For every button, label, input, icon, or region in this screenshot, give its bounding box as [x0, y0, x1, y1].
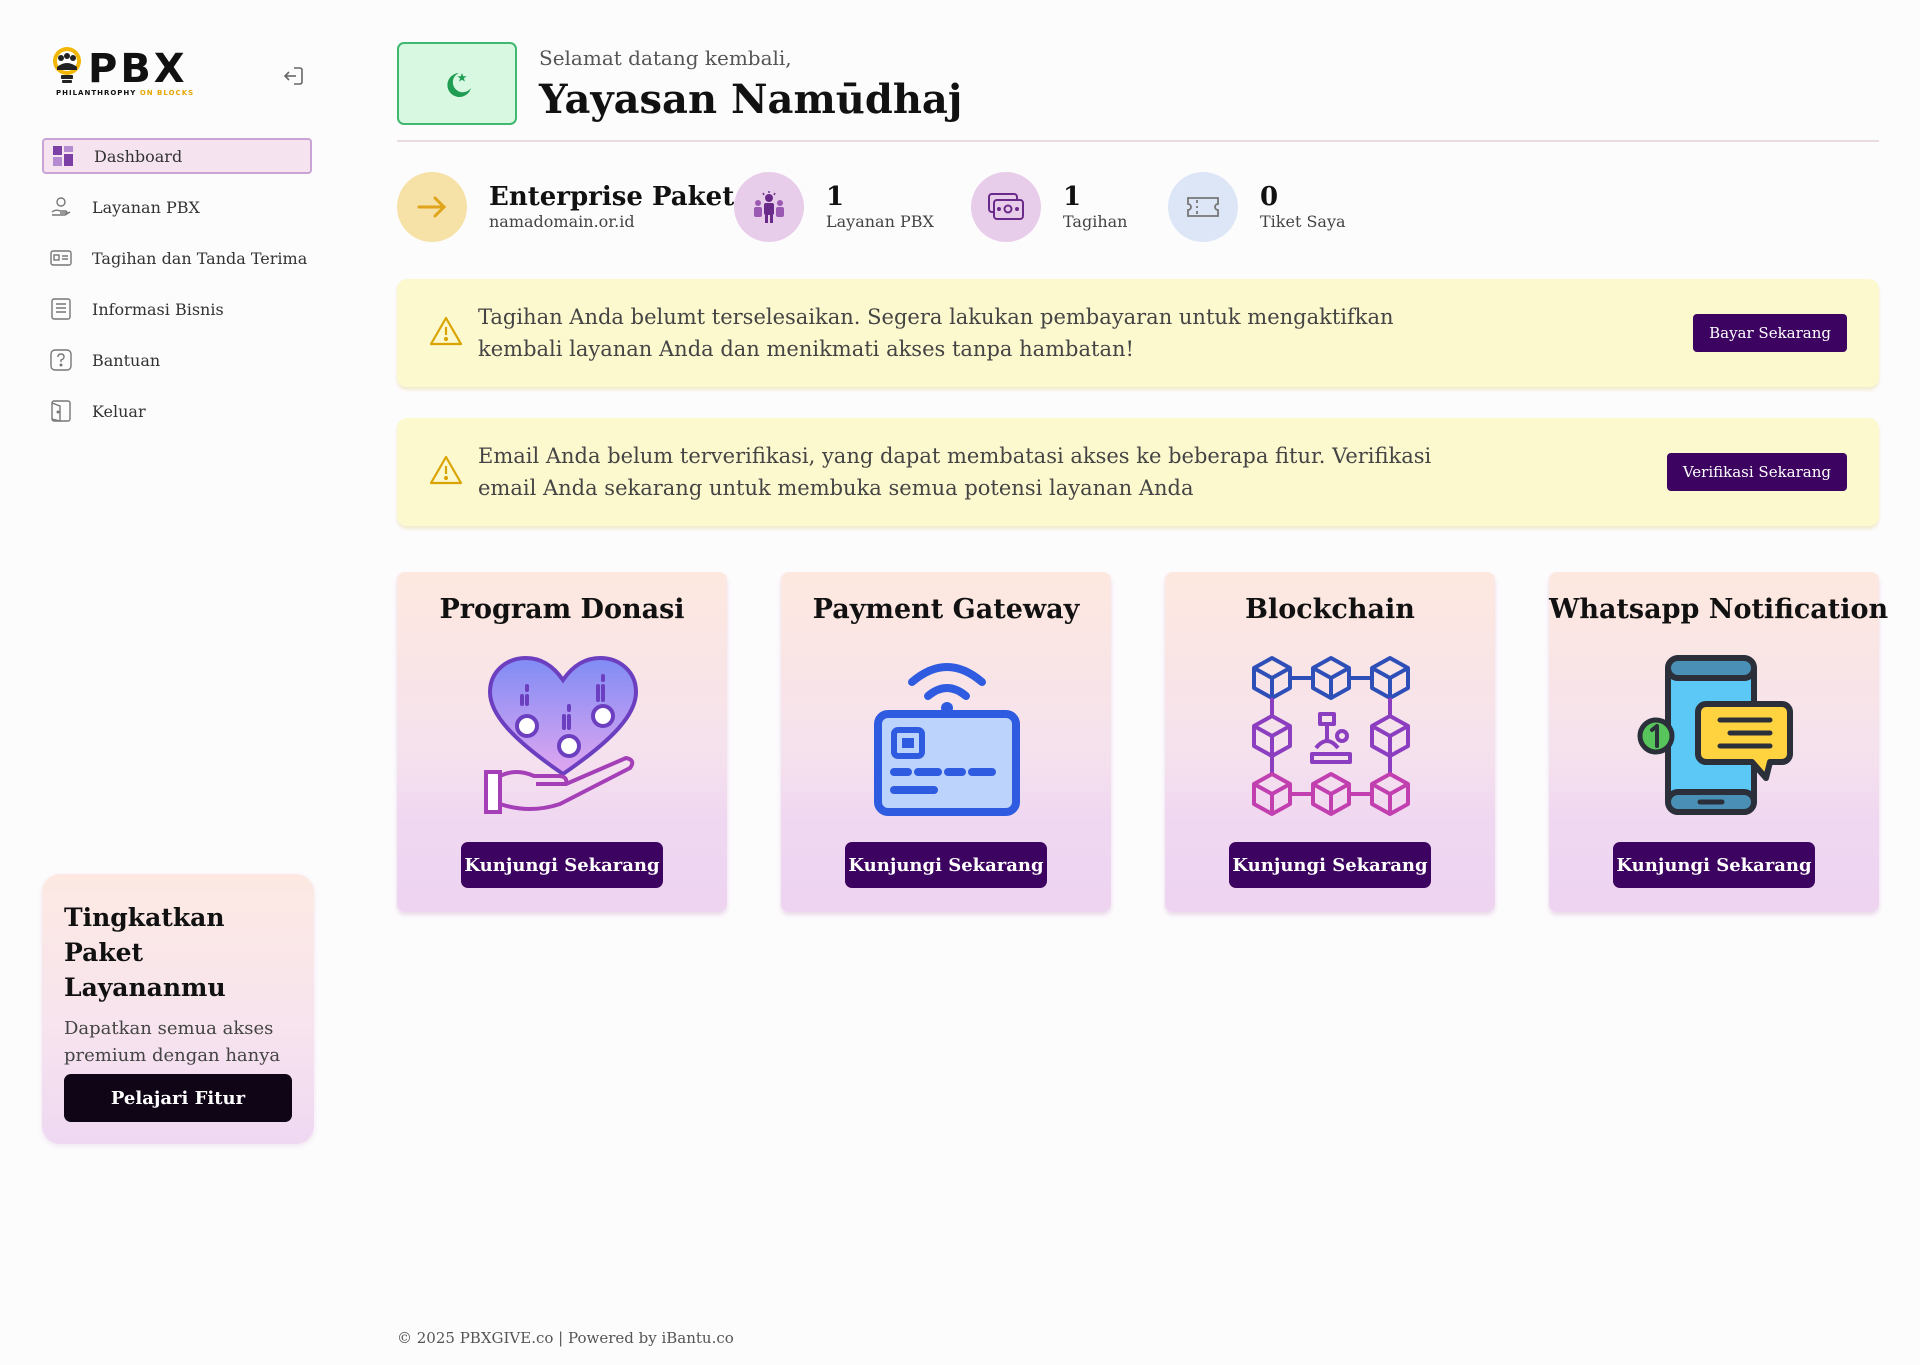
money-icon [971, 172, 1041, 242]
stat-tickets[interactable]: 0 Tiket Saya [1168, 172, 1346, 242]
invoices-label: Tagihan [1063, 212, 1128, 231]
logo-bulb-icon [53, 47, 81, 83]
ticket-icon [1168, 172, 1238, 242]
sidebar-collapse-icon[interactable] [282, 64, 306, 88]
org-avatar [397, 42, 517, 125]
document-list-icon [50, 298, 72, 320]
visit-blockchain-button[interactable]: Kunjungi Sekarang [1229, 842, 1431, 888]
verify-now-button[interactable]: Verifikasi Sekarang [1666, 453, 1847, 491]
invoice-icon [50, 247, 72, 269]
feature-card-program-donasi: Program Donasi Kunjungi Sekarang [397, 572, 727, 912]
blockchain-icon [1252, 656, 1410, 816]
sidebar-item-label: Informasi Bisnis [92, 299, 224, 319]
upgrade-title: Tingkatkan Paket Layananmu [64, 903, 226, 1002]
feature-title: Program Donasi [439, 594, 685, 625]
sidebar-item-bantuan[interactable]: Bantuan [42, 342, 312, 378]
sidebar-item-keluar[interactable]: Keluar [42, 393, 312, 429]
stats-row: Enterprise Paket namadomain.or.id 1 Laya… [397, 172, 1879, 244]
stat-services[interactable]: 1 Layanan PBX [734, 172, 934, 242]
arrow-right-icon [397, 172, 467, 242]
sidebar-nav: Dashboard Layanan PBX Tagihan dan Tanda … [42, 138, 312, 444]
feature-card-blockchain: Blockchain Kunjungi Sekarang [1165, 572, 1495, 912]
sidebar: PBX PHILANTHROPHY ON BLOCKS Dashboard La… [0, 0, 360, 1365]
feature-title: Payment Gateway [812, 594, 1080, 625]
sidebar-item-label: Keluar [92, 401, 146, 421]
invoices-count: 1 [1063, 182, 1082, 212]
feature-card-whatsapp-notification: Whatsapp Notification Kunjungi Sekarang [1549, 572, 1889, 912]
page-title: Yayasan Namūdhaj [539, 76, 963, 123]
visit-payment-gateway-button[interactable]: Kunjungi Sekarang [845, 842, 1047, 888]
feature-title: Whatsapp Notification [1549, 594, 1889, 625]
warning-icon [429, 316, 463, 346]
visit-whatsapp-button[interactable]: Kunjungi Sekarang [1613, 842, 1815, 888]
dashboard-icon [52, 145, 74, 167]
payment-alert-text: Tagihan Anda belumt terselesaikan. Seger… [478, 305, 1394, 361]
sidebar-item-layanan-pbx[interactable]: Layanan PBX [42, 189, 312, 225]
upgrade-card: Tingkatkan Paket Layananmu Dapatkan semu… [42, 874, 314, 1144]
payment-card-icon [874, 663, 1020, 816]
phone-notification-icon [1637, 655, 1793, 815]
people-icon [734, 172, 804, 242]
hand-coin-icon [50, 196, 72, 218]
feature-card-payment-gateway: Payment Gateway Kunjungi Sekarang [781, 572, 1111, 912]
sidebar-item-label: Bantuan [92, 350, 161, 370]
sidebar-item-dashboard[interactable]: Dashboard [42, 138, 312, 174]
stat-invoices[interactable]: 1 Tagihan [971, 172, 1127, 242]
email-alert-text: Email Anda belum terverifikasi, yang dap… [478, 444, 1432, 500]
footer-credit: © 2025 PBXGIVE.co | Powered by iBantu.co [397, 1329, 734, 1347]
visit-donation-button[interactable]: Kunjungi Sekarang [461, 842, 663, 888]
help-icon [50, 349, 72, 371]
services-count: 1 [826, 182, 845, 212]
donation-heart-icon [484, 655, 639, 814]
welcome-text: Selamat datang kembali, [539, 46, 792, 70]
services-label: Layanan PBX [826, 212, 934, 231]
sidebar-item-label: Layanan PBX [92, 197, 200, 217]
sidebar-item-informasi-bisnis[interactable]: Informasi Bisnis [42, 291, 312, 327]
pbx-logo[interactable]: PBX PHILANTHROPHY ON BLOCKS [50, 46, 195, 102]
stat-package[interactable]: Enterprise Paket namadomain.or.id [397, 172, 734, 242]
logo-tagline: PHILANTHROPHY ON BLOCKS [56, 89, 195, 97]
page-header: Selamat datang kembali, Yayasan Namūdhaj [397, 42, 1879, 142]
sidebar-item-tagihan[interactable]: Tagihan dan Tanda Terima [42, 240, 312, 276]
warning-icon [429, 455, 463, 485]
tickets-label: Tiket Saya [1260, 212, 1346, 231]
package-name: Enterprise Paket [489, 182, 735, 212]
learn-features-button[interactable]: Pelajari Fitur [64, 1074, 292, 1122]
pay-now-button[interactable]: Bayar Sekarang [1693, 314, 1847, 352]
payment-alert: Tagihan Anda belumt terselesaikan. Seger… [397, 279, 1879, 387]
sidebar-item-label: Tagihan dan Tanda Terima [92, 248, 308, 268]
sidebar-item-label: Dashboard [94, 146, 183, 166]
feature-title: Blockchain [1245, 594, 1415, 625]
email-alert: Email Anda belum terverifikasi, yang dap… [397, 418, 1879, 526]
exit-door-icon [50, 400, 72, 422]
package-domain: namadomain.or.id [489, 212, 635, 231]
logo-text: PBX [88, 46, 188, 92]
crescent-star-icon [447, 72, 471, 97]
tickets-count: 0 [1260, 182, 1279, 212]
